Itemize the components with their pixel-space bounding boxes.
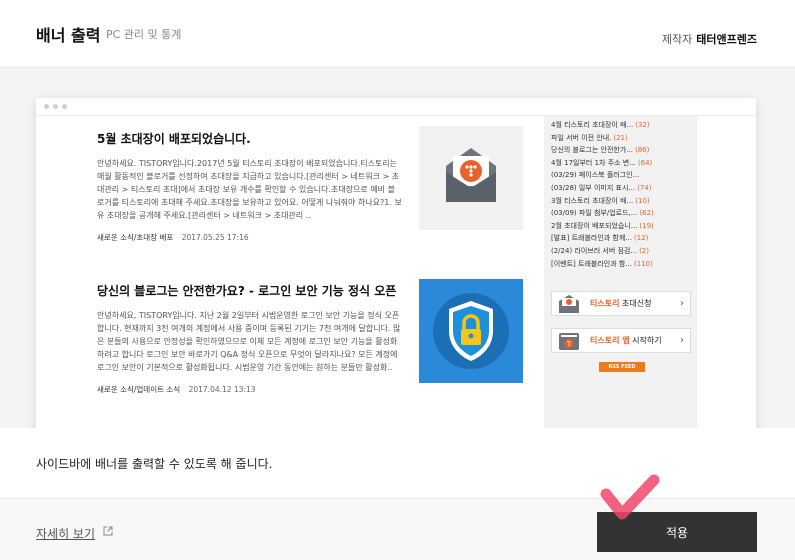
post-thumbnail-envelope	[419, 126, 523, 230]
window-dot	[53, 104, 58, 109]
sidebar-list-item: 4월 17일부터 1차 주소 변... (64)	[551, 158, 653, 167]
post-title: 5월 초대장이 배포되었습니다.	[97, 132, 251, 146]
rss-feed-badge: RSS FEED	[599, 362, 645, 372]
window-bar	[36, 98, 756, 116]
envelope-icon	[559, 294, 579, 313]
sidebar-list-item: 4월 티스토리 초대장이 배... (32)	[551, 121, 650, 129]
app-banner: T 티스토리 앱 시작하기 ›	[551, 328, 691, 353]
post-category: 새로운 소식/업데이트 소식	[97, 385, 181, 394]
sidebar-list-item: [이벤트] 트래블라인과 함... (110)	[551, 259, 653, 268]
post-date: 2017.04.12 13:13	[188, 385, 256, 394]
sidebar-list-item: (03/09) 파일 첨부/업로드,... (62)	[551, 209, 654, 218]
maker-label: 제작자	[661, 33, 693, 46]
chevron-right-icon: ›	[680, 298, 684, 309]
plugin-header: 배너 출력 PC 관리 및 통계 제작자 태터앤프렌즈	[0, 0, 795, 68]
post-title: 당신의 블로그는 안전한가요? - 로그인 보안 기능 정식 오픈	[97, 284, 397, 298]
sidebar-list-item: 3월 티스토리 초대장이 배... (10)	[551, 196, 650, 205]
sidebar-list-item: 당신의 블로그는 안전한가... (86)	[551, 146, 650, 155]
sidebar-list-item: (03/28) 일부 이미지 표시... (74)	[551, 183, 652, 192]
preview-area: 5월 초대장이 배포되었습니다. 안녕하세요. TISTORY입니다.2017년…	[0, 68, 795, 428]
sidebar-list-item: [발표] 트래블라인과 함께... (12)	[551, 234, 649, 243]
check-mark-icon	[600, 474, 660, 520]
more-details-link[interactable]: 자세히 보기	[36, 525, 95, 542]
post-body: 안녕하세요, TISTORY입니다. 지난 2월 2일부터 시범운영한 로그인 …	[97, 311, 401, 372]
sidebar-list-item: 2월 초대장이 배포되었습니... (19)	[551, 221, 654, 230]
post-category: 새로운 소식/초대장 배포	[97, 233, 174, 242]
external-link-icon	[103, 526, 113, 536]
preview-window: 5월 초대장이 배포되었습니다. 안녕하세요. TISTORY입니다.2017년…	[36, 98, 756, 428]
sidebar-list-item: (2/24) 라이브러 서버 점검... (2)	[551, 246, 649, 255]
banner-label: 티스토리 초대신청	[590, 299, 652, 308]
plugin-title: 배너 출력	[36, 26, 101, 45]
shield-lock-icon	[433, 293, 509, 369]
svg-text:T: T	[566, 341, 571, 348]
sidebar-preview: 4월 티스토리 초대장이 배... (32) 파일 서버 이전 안내. (21) 당…	[544, 116, 697, 428]
sidebar-list-item: 파일 서버 이전 안내. (21)	[551, 133, 628, 142]
post-meta: 새로운 소식/업데이트 소식 2017.04.12 13:13	[97, 384, 527, 395]
window-dot	[62, 104, 67, 109]
post-date: 2017.05.25 17:16	[181, 233, 249, 242]
maker-name: 태터앤프렌즈	[696, 33, 757, 46]
tistory-app-icon: T	[559, 332, 579, 350]
sidebar-list-item: (03/29) 페이스북 플러그인...	[551, 171, 640, 180]
envelope-icon	[446, 148, 496, 202]
maker-info: 제작자 태터앤프렌즈	[662, 31, 757, 47]
chevron-right-icon: ›	[680, 335, 684, 346]
post-meta: 새로운 소식/초대장 배포 2017.05.25 17:16	[97, 232, 527, 243]
plugin-subtitle: PC 관리 및 통계	[106, 28, 182, 41]
banner-label: 티스토리 앱 시작하기	[590, 336, 662, 345]
plugin-footer: 자세히 보기 적용	[0, 498, 795, 560]
window-dot	[44, 104, 49, 109]
plugin-description: 사이드바에 배너를 출력할 수 있도록 해 줍니다.	[36, 457, 273, 471]
post-thumbnail-shield	[419, 279, 523, 383]
invite-banner: 티스토리 초대신청 ›	[551, 291, 691, 316]
post-body: 안녕하세요. TISTORY입니다.2017년 5월 티스토리 초대장이 배포되…	[97, 159, 402, 220]
